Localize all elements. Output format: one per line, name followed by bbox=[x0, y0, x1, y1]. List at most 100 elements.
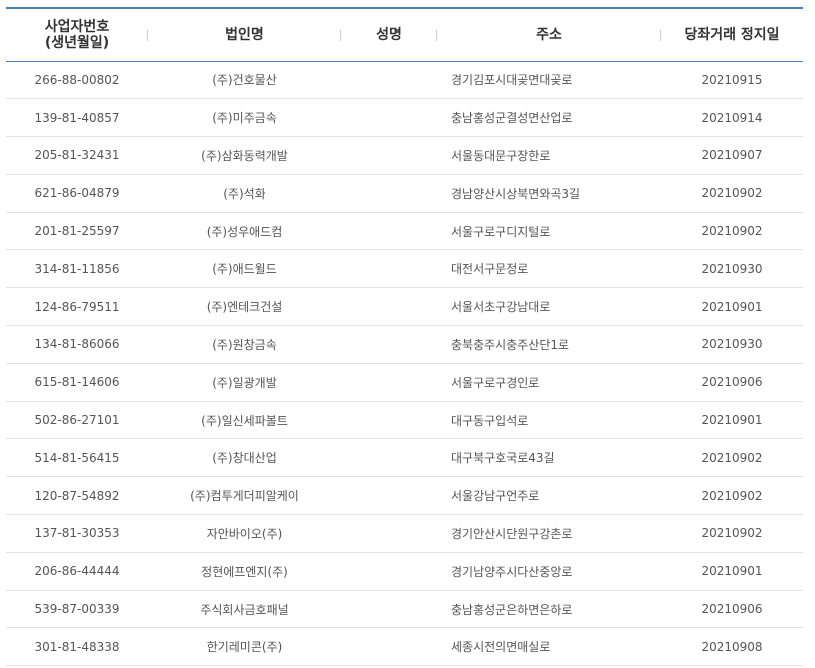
cell-date: 20210906 bbox=[701, 375, 763, 390]
cell-date: 20210907 bbox=[701, 148, 763, 163]
cell-name bbox=[341, 590, 437, 628]
cell-date: 20210908 bbox=[701, 639, 763, 654]
header-bizno: 사업자번호 (생년월일) bbox=[6, 8, 148, 61]
header-corp: 법인명 bbox=[148, 8, 341, 61]
cell-bizno: 621-86-04879 bbox=[34, 186, 120, 201]
cell-bizno: 266-88-00802 bbox=[34, 72, 120, 87]
suspension-list: 사업자번호 (생년월일) 법인명 성명 주소 당좌거래 정지일 266-88-0… bbox=[6, 7, 803, 666]
cell-corp: 자안바이오(주) bbox=[206, 526, 283, 541]
cell-name bbox=[341, 515, 437, 553]
cell-bizno: 137-81-30353 bbox=[34, 526, 120, 541]
suspension-table: 사업자번호 (생년월일) 법인명 성명 주소 당좌거래 정지일 266-88-0… bbox=[6, 7, 803, 666]
cell-addr: 경기안산시단원구강촌로 bbox=[451, 526, 573, 541]
cell-bizno: 502-86-27101 bbox=[34, 413, 120, 428]
cell-name bbox=[341, 174, 437, 212]
cell-addr: 서울서초구강남대로 bbox=[451, 300, 551, 315]
cell-addr: 서울동대문구장한로 bbox=[451, 148, 551, 163]
cell-addr: 충남홍성군은하면은하로 bbox=[451, 602, 573, 617]
table-row: 134-81-86066 (주)원창금속 충북충주시충주산단1로 20210930 bbox=[6, 326, 803, 364]
cell-name bbox=[341, 61, 437, 99]
cell-name bbox=[341, 288, 437, 326]
cell-corp: (주)건호물산 bbox=[212, 73, 277, 88]
table-row: 124-86-79511 (주)엔테크건설 서울서초구강남대로 20210901 bbox=[6, 288, 803, 326]
cell-name bbox=[341, 363, 437, 401]
cell-name bbox=[341, 439, 437, 477]
table-row: 314-81-11856 (주)애드윌드 대전서구문정로 20210930 bbox=[6, 250, 803, 288]
cell-name bbox=[341, 326, 437, 364]
cell-name bbox=[341, 477, 437, 515]
cell-addr: 충남홍성군결성면산업로 bbox=[451, 111, 573, 126]
cell-bizno: 134-81-86066 bbox=[34, 337, 120, 352]
cell-addr: 서울구로구경인로 bbox=[451, 375, 540, 390]
cell-date: 20210902 bbox=[701, 224, 763, 239]
table-header-row: 사업자번호 (생년월일) 법인명 성명 주소 당좌거래 정지일 bbox=[6, 8, 803, 61]
cell-name bbox=[341, 137, 437, 175]
table-row: 205-81-32431 (주)삼화동력개발 서울동대문구장한로 20210907 bbox=[6, 137, 803, 175]
header-corp-label: 법인명 bbox=[225, 26, 264, 43]
cell-addr: 대구북구호국로43길 bbox=[451, 451, 555, 466]
cell-bizno: 615-81-14606 bbox=[34, 375, 120, 390]
table-row: 139-81-40857 (주)미주금속 충남홍성군결성면산업로 20210914 bbox=[6, 99, 803, 137]
cell-name bbox=[341, 250, 437, 288]
header-addr: 주소 bbox=[437, 8, 661, 61]
cell-addr: 서울구로구디지털로 bbox=[451, 224, 551, 239]
cell-date: 20210914 bbox=[701, 110, 763, 125]
table-body: 266-88-00802 (주)건호물산 경기김포시대곶면대곶로 20210915 13… bbox=[6, 61, 803, 666]
cell-addr: 세종시전의면매실로 bbox=[451, 640, 551, 655]
cell-corp: (주)일광개발 bbox=[212, 375, 277, 390]
cell-date: 20210902 bbox=[701, 488, 763, 503]
cell-addr: 경기남양주시다산중앙로 bbox=[451, 564, 573, 579]
cell-addr: 충북충주시충주산단1로 bbox=[451, 337, 570, 352]
cell-bizno: 301-81-48338 bbox=[34, 639, 120, 654]
cell-corp: (주)원창금속 bbox=[212, 337, 277, 352]
cell-date: 20210902 bbox=[701, 450, 763, 465]
header-name-label: 성명 bbox=[376, 26, 402, 43]
cell-corp: 주식회사금호패널 bbox=[200, 602, 289, 617]
cell-bizno: 120-87-54892 bbox=[34, 488, 120, 503]
cell-date: 20210930 bbox=[701, 337, 763, 352]
cell-corp: 한기레미콘(주) bbox=[206, 640, 283, 655]
cell-corp: (주)미주금속 bbox=[212, 111, 277, 126]
cell-date: 20210902 bbox=[701, 186, 763, 201]
table-row: 514-81-56415 (주)창대산업 대구북구호국로43길 20210902 bbox=[6, 439, 803, 477]
cell-corp: (주)일신세파볼트 bbox=[201, 413, 288, 428]
cell-addr: 서울강남구언주로 bbox=[451, 489, 540, 504]
cell-bizno: 514-81-56415 bbox=[34, 450, 120, 465]
cell-addr: 경남양산시상북면와곡3길 bbox=[451, 186, 581, 201]
header-addr-label: 주소 bbox=[536, 26, 562, 43]
table-row: 137-81-30353 자안바이오(주) 경기안산시단원구강촌로 20210902 bbox=[6, 515, 803, 553]
table-row: 120-87-54892 (주)컴투게더피알케이 서울강남구언주로 20210902 bbox=[6, 477, 803, 515]
header-bizno-line1: 사업자번호 bbox=[44, 18, 110, 35]
table-row: 206-86-44444 정현에프엔지(주) 경기남양주시다산중앙로 20210901 bbox=[6, 552, 803, 591]
cell-corp: (주)컴투게더피알케이 bbox=[190, 489, 299, 504]
table-row: 615-81-14606 (주)일광개발 서울구로구경인로 20210906 bbox=[6, 363, 803, 402]
cell-bizno: 314-81-11856 bbox=[34, 261, 120, 276]
cell-bizno: 201-81-25597 bbox=[34, 224, 120, 239]
cell-name bbox=[341, 212, 437, 250]
cell-bizno: 124-86-79511 bbox=[34, 299, 120, 314]
cell-corp: (주)창대산업 bbox=[212, 451, 277, 466]
table-row: 539-87-00339 주식회사금호패널 충남홍성군은하면은하로 20210906 bbox=[6, 590, 803, 628]
cell-corp: (주)엔테크건설 bbox=[206, 300, 283, 315]
cell-bizno: 139-81-40857 bbox=[34, 110, 120, 125]
cell-addr: 대구동구입석로 bbox=[451, 413, 529, 428]
cell-name bbox=[341, 401, 437, 439]
header-date-label: 당좌거래 정지일 bbox=[684, 26, 780, 43]
cell-name bbox=[341, 552, 437, 590]
cell-date: 20210901 bbox=[701, 299, 763, 314]
cell-date: 20210915 bbox=[701, 72, 763, 87]
cell-bizno: 206-86-44444 bbox=[34, 564, 120, 579]
cell-date: 20210901 bbox=[701, 564, 763, 579]
cell-name bbox=[341, 628, 437, 666]
cell-addr: 경기김포시대곶면대곶로 bbox=[451, 73, 573, 88]
cell-bizno: 539-87-00339 bbox=[34, 602, 120, 617]
header-date: 당좌거래 정지일 bbox=[661, 8, 803, 61]
header-bizno-line2: (생년월일) bbox=[44, 34, 110, 51]
cell-corp: (주)애드윌드 bbox=[212, 262, 277, 277]
table-row: 301-81-48338 한기레미콘(주) 세종시전의면매실로 20210908 bbox=[6, 628, 803, 666]
cell-corp: (주)삼화동력개발 bbox=[201, 148, 288, 163]
cell-bizno: 205-81-32431 bbox=[34, 148, 120, 163]
cell-addr: 대전서구문정로 bbox=[451, 262, 529, 277]
cell-date: 20210902 bbox=[701, 526, 763, 541]
cell-date: 20210906 bbox=[701, 602, 763, 617]
